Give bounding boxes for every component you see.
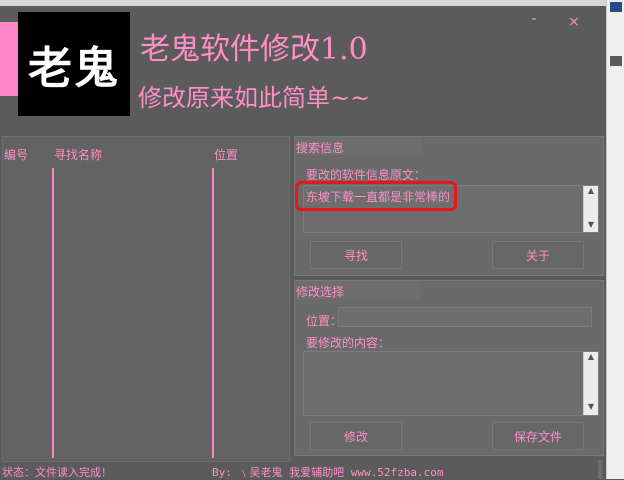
- resize-grip[interactable]: [598, 460, 602, 479]
- status-text: 状态：文件读入完成！: [2, 466, 112, 479]
- position-label: 位置：: [306, 314, 343, 328]
- column-divider[interactable]: [212, 168, 214, 458]
- printer-icon: [610, 56, 622, 66]
- column-header-find-name: 寻找名称: [54, 148, 103, 162]
- scroll-up-icon[interactable]: ▲: [584, 186, 598, 196]
- column-divider[interactable]: [52, 168, 54, 458]
- new-content-label: 要修改的内容：: [306, 336, 391, 350]
- modify-button[interactable]: 修改: [310, 422, 402, 450]
- app-subtitle: 修改原来如此简单~~: [138, 84, 371, 112]
- author-credit: By: ﹨吴老鬼 我爱辅助吧 www.52fzba.com: [212, 466, 444, 479]
- search-section-header: 搜索信息: [294, 137, 422, 155]
- close-button[interactable]: ×: [566, 14, 582, 30]
- new-content-field[interactable]: ▲ ▼: [303, 351, 599, 416]
- background-window-edge: [606, 0, 624, 479]
- find-button[interactable]: 寻找: [310, 241, 402, 269]
- modify-section-header: 修改选择: [294, 281, 420, 299]
- logo: 老鬼: [18, 12, 130, 116]
- minimize-button[interactable]: -: [526, 12, 542, 28]
- scroll-down-icon[interactable]: ▼: [584, 402, 598, 412]
- column-header-position: 位置: [214, 148, 239, 162]
- background-icon: [610, 2, 622, 12]
- about-button[interactable]: 关于: [492, 241, 584, 269]
- app-title: 老鬼软件修改1.0: [140, 32, 368, 67]
- logo-text: 老鬼: [28, 43, 120, 94]
- column-header-number: 编号: [4, 148, 29, 162]
- save-file-button[interactable]: 保存文件: [492, 422, 584, 450]
- result-list[interactable]: [2, 136, 290, 462]
- pink-accent-bar: [0, 22, 18, 96]
- scroll-up-icon[interactable]: ▲: [584, 352, 598, 362]
- original-text-scrollbar[interactable]: ▲ ▼: [583, 186, 598, 232]
- scroll-down-icon[interactable]: ▼: [584, 220, 598, 230]
- position-input[interactable]: [338, 307, 592, 327]
- highlight-annotation: [295, 181, 457, 211]
- new-content-scrollbar[interactable]: ▲ ▼: [583, 352, 598, 415]
